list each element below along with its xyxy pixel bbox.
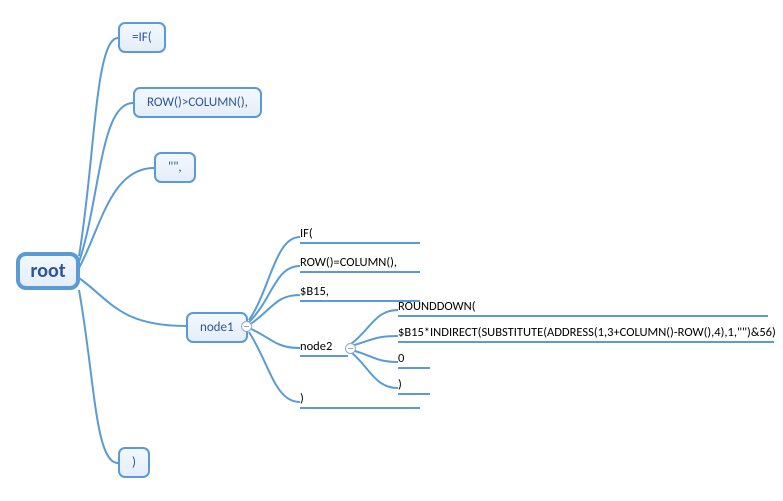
connectors bbox=[0, 0, 783, 501]
node2-leaf-zero-label: 0 bbox=[398, 351, 404, 366]
root-child-condition-label: ROW()>COLUMN(), bbox=[147, 95, 248, 110]
node1[interactable]: node1 bbox=[186, 312, 248, 343]
node2-leaf-zero[interactable]: 0 bbox=[398, 351, 404, 366]
node2-label: node2 bbox=[300, 339, 332, 354]
node1-leaf-close-paren[interactable]: ) bbox=[300, 391, 304, 406]
node2-leaf-expression[interactable]: $B15*INDIRECT(SUBSTITUTE(ADDRESS(1,3+COL… bbox=[398, 325, 776, 340]
leaf-underline bbox=[398, 367, 430, 369]
node1-leaf-b15[interactable]: $B15, bbox=[300, 284, 329, 299]
node1-label: node1 bbox=[200, 320, 234, 335]
leaf-underline bbox=[398, 315, 768, 317]
node1-toggle[interactable] bbox=[241, 321, 252, 332]
root-node[interactable]: root bbox=[16, 252, 80, 290]
node2-leaf-rounddown-open[interactable]: ROUNDDOWN( bbox=[398, 299, 476, 314]
leaf-underline bbox=[398, 393, 430, 395]
root-child-if-open-label: =IF( bbox=[132, 30, 152, 45]
node1-leaf-b15-label: $B15, bbox=[300, 284, 329, 299]
node2-leaf-close-paren[interactable]: ) bbox=[398, 377, 402, 392]
node2[interactable]: node2 bbox=[300, 339, 332, 354]
leaf-underline bbox=[300, 407, 420, 409]
node2-leaf-close-paren-label: ) bbox=[398, 377, 402, 392]
node2-leaf-rounddown-open-label: ROUNDDOWN( bbox=[398, 299, 476, 314]
node2-toggle[interactable] bbox=[345, 343, 356, 354]
node1-leaf-if-open[interactable]: IF( bbox=[300, 226, 313, 241]
node2-leaf-expression-label: $B15*INDIRECT(SUBSTITUTE(ADDRESS(1,3+COL… bbox=[398, 325, 776, 340]
leaf-underline bbox=[398, 341, 774, 343]
root-child-empty-string[interactable]: "", bbox=[154, 152, 196, 183]
root-child-close-paren[interactable]: ) bbox=[118, 447, 150, 478]
node1-leaf-condition-label: ROW()=COLUMN(), bbox=[300, 255, 397, 270]
root-node-label: root bbox=[30, 259, 65, 283]
node1-leaf-close-paren-label: ) bbox=[300, 391, 304, 406]
root-child-condition[interactable]: ROW()>COLUMN(), bbox=[133, 87, 262, 118]
node1-leaf-if-open-label: IF( bbox=[300, 226, 313, 241]
leaf-underline bbox=[300, 355, 348, 357]
leaf-underline bbox=[300, 242, 420, 244]
root-child-empty-string-label: "", bbox=[168, 160, 182, 175]
root-child-if-open[interactable]: =IF( bbox=[118, 22, 166, 53]
node1-leaf-condition[interactable]: ROW()=COLUMN(), bbox=[300, 255, 397, 270]
root-child-close-paren-label: ) bbox=[132, 455, 136, 470]
leaf-underline bbox=[300, 271, 420, 273]
